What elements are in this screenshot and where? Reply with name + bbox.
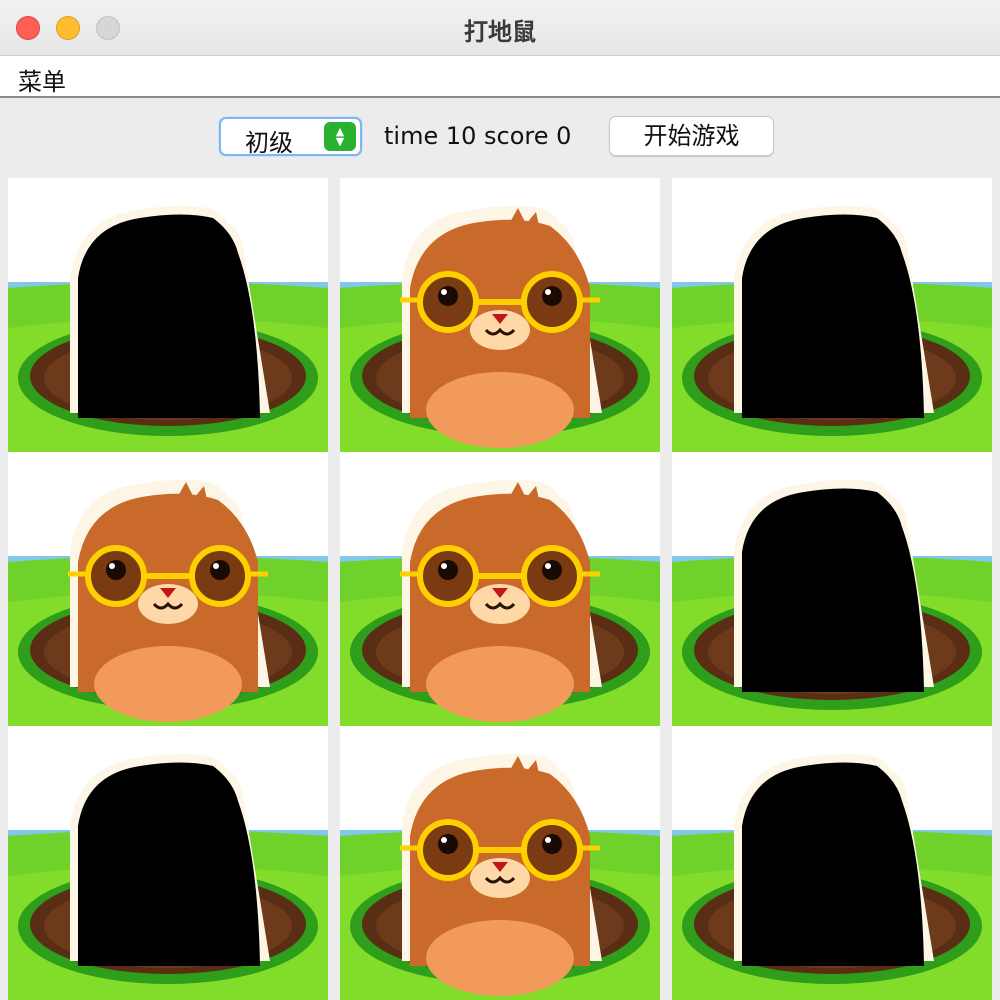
mole-hole-cell[interactable] [672, 452, 992, 726]
mole-icon [340, 452, 660, 726]
hidden-mole-icon [672, 452, 992, 726]
game-toolbar: 初级 ▲ ▼ time 10 score 0 开始游戏 [0, 98, 1000, 176]
hidden-mole-icon [672, 726, 992, 1000]
mole-grid [0, 178, 1000, 1000]
menu-bar: 菜单 [0, 56, 1000, 98]
menu-item-main[interactable]: 菜单 [18, 62, 66, 97]
select-arrows-icon: ▲ ▼ [324, 122, 356, 151]
start-game-button[interactable]: 开始游戏 [609, 116, 774, 156]
hidden-mole-icon [8, 178, 328, 452]
hidden-mole-icon [8, 726, 328, 1000]
mole-hole-cell[interactable] [340, 452, 660, 726]
mole-hole-cell[interactable] [672, 726, 992, 1000]
window-title: 打地鼠 [464, 18, 536, 46]
mole-hole-cell[interactable] [340, 178, 660, 452]
mole-icon [340, 178, 660, 452]
hidden-mole-icon [672, 178, 992, 452]
mole-hole-cell[interactable] [672, 178, 992, 452]
level-select[interactable]: 初级 ▲ ▼ [219, 117, 362, 157]
mole-icon [340, 726, 660, 1000]
mole-hole-cell[interactable] [8, 178, 328, 452]
title-bar: 打地鼠 [0, 0, 1000, 56]
mole-hole-cell[interactable] [340, 726, 660, 1000]
time-score-status: time 10 score 0 [384, 122, 572, 150]
mole-icon [8, 452, 328, 726]
level-select-value: 初级 [245, 129, 293, 157]
game-panel: 初级 ▲ ▼ time 10 score 0 开始游戏 [0, 98, 1000, 1000]
mole-hole-cell[interactable] [8, 452, 328, 726]
mole-hole-cell[interactable] [8, 726, 328, 1000]
